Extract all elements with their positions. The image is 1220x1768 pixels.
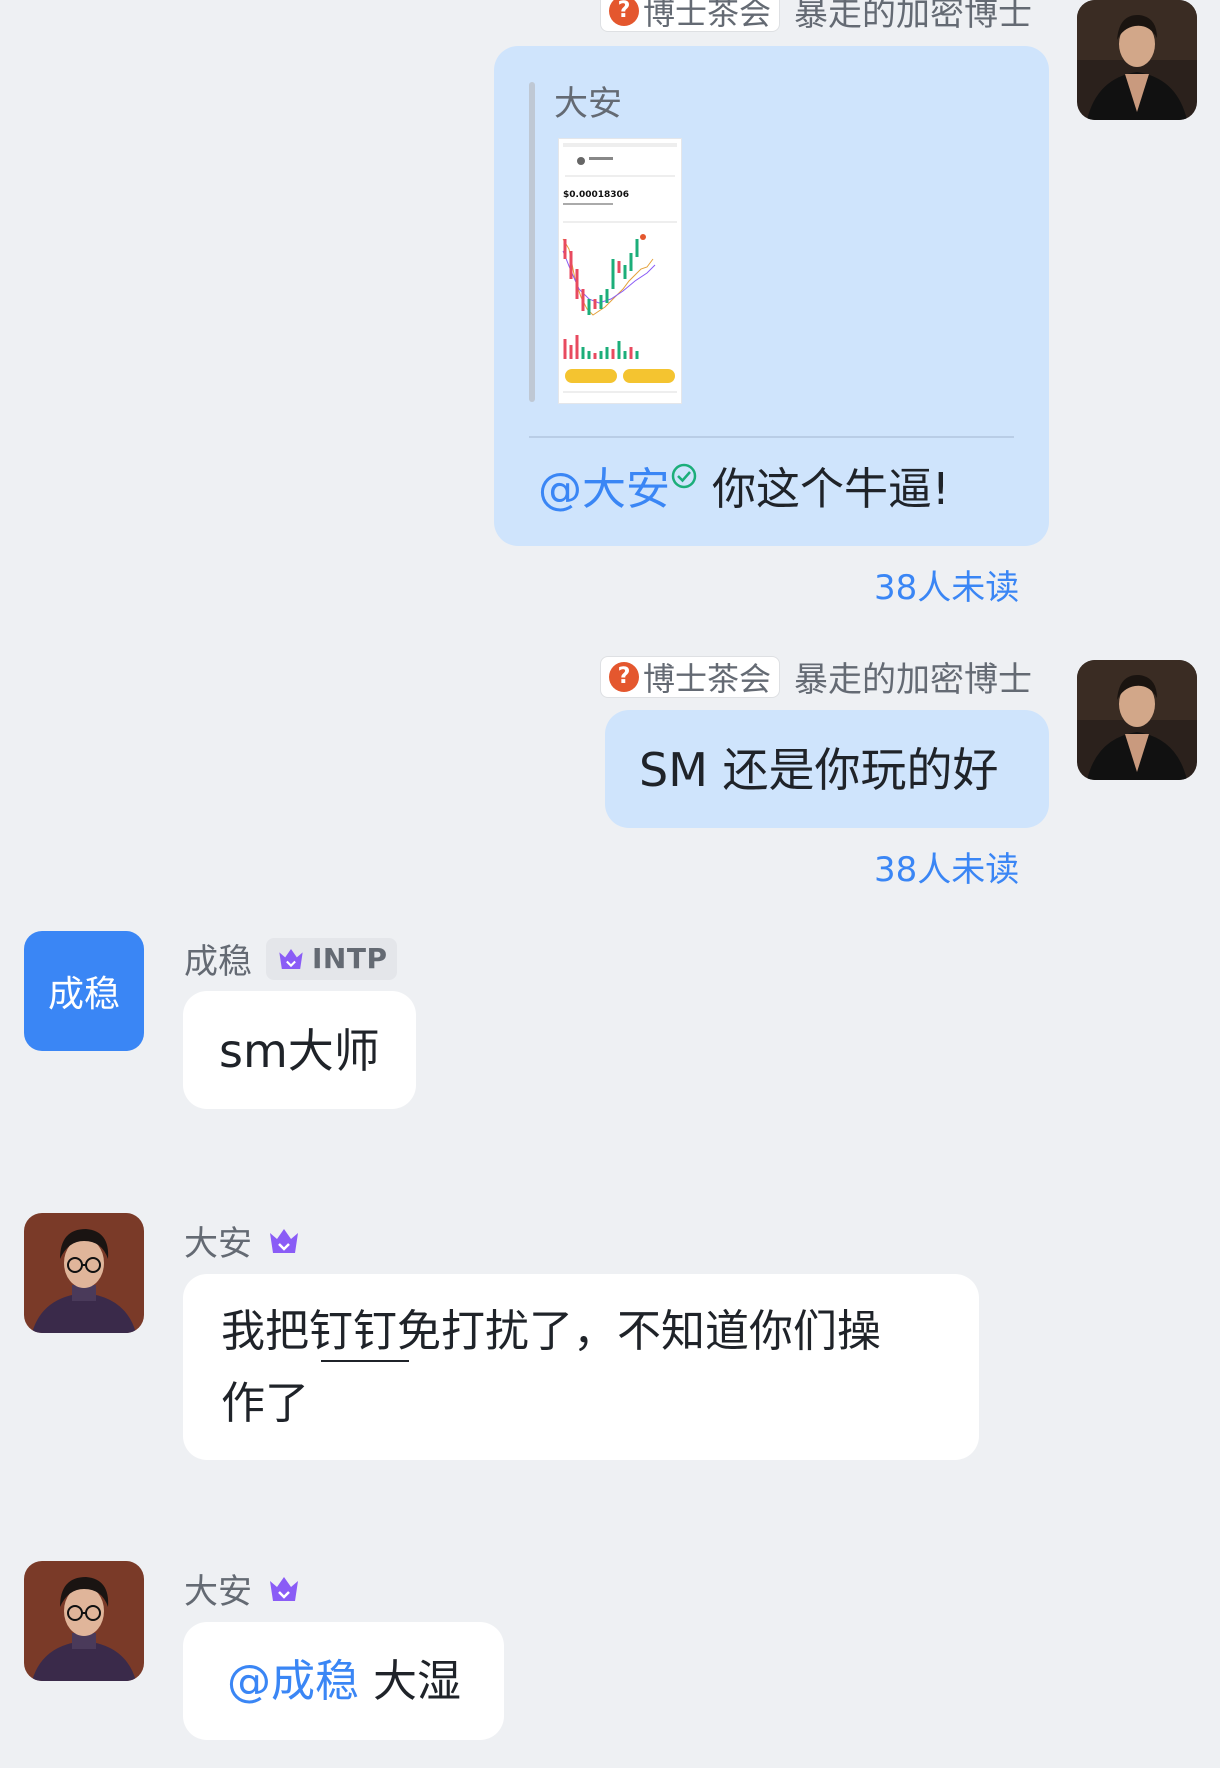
message-3-body: sm大师 — [219, 1024, 380, 1078]
message-5-bubble[interactable]: @成稳 大湿 — [183, 1622, 504, 1740]
mbti-badge[interactable]: INTP — [266, 937, 398, 980]
org-tag[interactable]: ? 博士茶会 — [600, 655, 781, 698]
dingtalk-link-underline — [321, 1360, 409, 1362]
message-5-header: 大安 — [184, 1564, 302, 1613]
message-2-unread-count[interactable]: 38人未读 — [874, 842, 1019, 891]
org-question-icon: ? — [609, 0, 639, 26]
verified-check-icon — [671, 463, 697, 489]
quote-divider — [529, 436, 1014, 438]
org-tag-label: 博士茶会 — [643, 0, 772, 32]
mention-dan[interactable]: @大安 — [538, 464, 670, 515]
message-4-bubble[interactable]: 我把钉钉免打扰了，不知道你们操 作了 — [183, 1274, 979, 1460]
sender-name[interactable]: 暴走的加密博士 — [794, 652, 1032, 701]
quote-bar — [529, 82, 535, 402]
message-1-bubble[interactable]: 大安 $0.00018306 @大安 你这个牛逼! — [494, 46, 1049, 546]
message-5-text: @成稳 大湿 — [227, 1646, 461, 1718]
message-1-unread-count[interactable]: 38人未读 — [874, 560, 1019, 609]
message-4-header: 大安 — [184, 1216, 302, 1265]
mbti-label: INTP — [312, 942, 388, 975]
message-1-text: @大安 你这个牛逼! — [538, 454, 950, 526]
crown-icon — [270, 1228, 298, 1253]
message-1-body: 你这个牛逼! — [712, 464, 950, 515]
avatar-chengwen[interactable]: 成稳 — [24, 931, 144, 1051]
message-2-bubble[interactable]: SM 还是你玩的好 — [605, 710, 1049, 828]
message-2-body: SM 还是你玩的好 — [639, 743, 999, 797]
message-4-line-2: 作了 — [221, 1378, 309, 1429]
org-tag[interactable]: ? 博士茶会 — [600, 0, 781, 32]
org-question-icon: ? — [609, 661, 639, 692]
message-1-header: ? 博士茶会 暴走的加密博士 — [600, 0, 1032, 35]
doctor-avatar-icon — [1077, 660, 1197, 780]
dan-avatar-icon — [24, 1213, 144, 1333]
doctor-avatar-icon — [1077, 0, 1197, 120]
crown-icon — [279, 948, 303, 969]
avatar-doctor[interactable] — [1077, 0, 1197, 120]
message-5-body: 大湿 — [373, 1656, 461, 1707]
avatar-dan[interactable] — [24, 1213, 144, 1333]
dan-avatar-icon — [24, 1561, 144, 1681]
sender-name[interactable]: 大安 — [184, 1564, 252, 1613]
crown-icon — [270, 1576, 298, 1601]
message-4-line-1: 我把钉钉免打扰了，不知道你们操 — [221, 1306, 881, 1357]
candlestick-chart-icon: $0.00018306 — [562, 143, 677, 393]
sender-name[interactable]: 成稳 — [184, 934, 252, 983]
avatar-dan[interactable] — [24, 1561, 144, 1681]
message-3-header: 成稳 INTP — [184, 934, 398, 983]
quote-author: 大安 — [554, 84, 622, 124]
message-2-header: ? 博士茶会 暴走的加密博士 — [600, 652, 1032, 701]
message-3-bubble[interactable]: sm大师 — [183, 991, 416, 1109]
sender-name[interactable]: 暴走的加密博士 — [794, 0, 1032, 35]
org-tag-label: 博士茶会 — [643, 659, 772, 698]
avatar-doctor[interactable] — [1077, 660, 1197, 780]
sender-name[interactable]: 大安 — [184, 1216, 252, 1265]
thumb-price: $0.00018306 — [563, 190, 629, 200]
mention-chengwen[interactable]: @成稳 — [227, 1656, 359, 1707]
quoted-screenshot-thumbnail[interactable]: $0.00018306 — [558, 138, 682, 404]
